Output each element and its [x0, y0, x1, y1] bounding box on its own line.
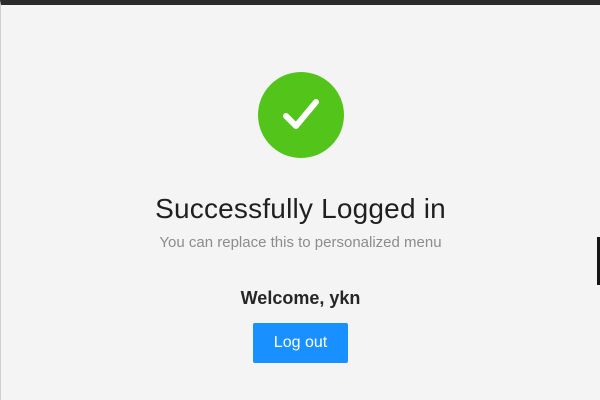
- checkmark-icon: [282, 99, 319, 129]
- login-success-result: Successfully Logged in You can replace t…: [1, 5, 600, 363]
- result-title: Successfully Logged in: [155, 193, 446, 224]
- welcome-message: Welcome, ykn: [240, 288, 361, 308]
- result-subtitle: You can replace this to personalized men…: [159, 234, 442, 251]
- app-window: Successfully Logged in You can replace t…: [0, 0, 600, 400]
- logout-button[interactable]: Log out: [253, 323, 348, 363]
- check-circle-icon: [257, 72, 344, 158]
